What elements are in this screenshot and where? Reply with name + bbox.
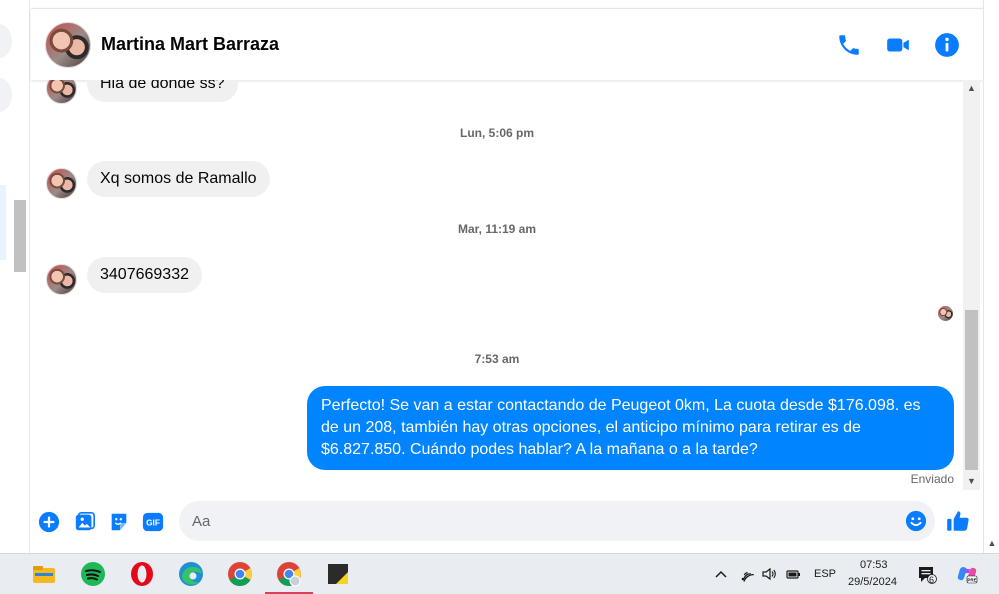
message-list: Hla de donde ss? Lun, 5:06 pm Xq somos d…: [31, 80, 963, 490]
sidebar-button[interactable]: [0, 24, 12, 58]
sent-status: Enviado: [910, 472, 954, 486]
clock-date[interactable]: 29/5/2024: [848, 576, 897, 588]
video-call-icon[interactable]: [885, 32, 911, 58]
emoji-icon[interactable]: [905, 510, 927, 532]
gif-icon[interactable]: GIF: [142, 511, 164, 533]
scroll-up-arrow-icon[interactable]: ▲: [963, 83, 980, 93]
plus-icon[interactable]: [38, 511, 60, 533]
contact-name[interactable]: Martina Mart Barraza: [101, 34, 279, 55]
spotify-icon[interactable]: [79, 560, 107, 588]
svg-text:GIF: GIF: [146, 519, 160, 528]
chrome-icon[interactable]: [226, 560, 254, 588]
sticker-icon[interactable]: [108, 511, 130, 533]
like-icon[interactable]: [945, 508, 971, 534]
clock-time[interactable]: 07:53: [860, 559, 888, 571]
message-input[interactable]: Aa: [179, 501, 935, 541]
battery-icon[interactable]: [785, 566, 801, 582]
page-scroll-down-arrow-icon[interactable]: ▲: [984, 538, 999, 548]
contact-avatar-small[interactable]: [46, 80, 77, 104]
svg-text:PRE: PRE: [967, 578, 976, 583]
message-input-placeholder: Aa: [192, 513, 211, 530]
sidebar-button[interactable]: [0, 78, 12, 112]
chevron-up-icon[interactable]: [713, 566, 729, 582]
wifi-icon[interactable]: [738, 566, 754, 582]
timestamp-divider: Lun, 5:06 pm: [459, 126, 534, 140]
message-scrollbar[interactable]: ▲ ▼: [963, 80, 980, 490]
windows-taskbar: ESP 07:53 29/5/2024 6 PRE: [0, 553, 999, 594]
contact-avatar-small[interactable]: [46, 168, 77, 199]
sidebar-partial: [0, 0, 30, 553]
seen-indicator-avatar: [938, 306, 953, 321]
edge-icon[interactable]: [177, 560, 205, 588]
scroll-down-arrow-icon[interactable]: ▼: [963, 476, 980, 486]
message-incoming[interactable]: 3407669332: [87, 257, 202, 293]
conversation-header: Martina Mart Barraza: [31, 8, 983, 80]
language-indicator[interactable]: ESP: [814, 568, 836, 580]
contact-avatar-small[interactable]: [46, 264, 77, 295]
file-explorer-icon[interactable]: [30, 560, 58, 588]
message-composer: GIF Aa: [31, 490, 983, 553]
page-scrollbar[interactable]: ▲: [983, 0, 999, 553]
message-outgoing[interactable]: Perfecto! Se van a estar contactando de …: [307, 386, 954, 470]
copilot-icon[interactable]: PRE: [956, 563, 978, 585]
info-icon[interactable]: [934, 32, 960, 58]
contact-avatar[interactable]: [45, 22, 91, 68]
message-incoming[interactable]: Hla de donde ss?: [87, 80, 238, 102]
photo-icon[interactable]: [74, 511, 96, 533]
scrollbar-thumb[interactable]: [965, 310, 978, 470]
chrome-profile-icon[interactable]: [275, 560, 303, 588]
timestamp-divider: Mar, 11:19 am: [457, 222, 537, 236]
phone-icon[interactable]: [836, 32, 862, 58]
volume-icon[interactable]: [761, 566, 777, 582]
message-incoming[interactable]: Xq somos de Ramallo: [87, 161, 270, 197]
opera-icon[interactable]: [128, 560, 156, 588]
timestamp-divider: 7:53 am: [474, 352, 520, 366]
notification-count-badge: 6: [929, 575, 935, 585]
sticky-notes-icon[interactable]: [324, 560, 352, 588]
sidebar-scrollbar[interactable]: [14, 200, 26, 272]
sidebar-selected-item[interactable]: [0, 185, 6, 260]
